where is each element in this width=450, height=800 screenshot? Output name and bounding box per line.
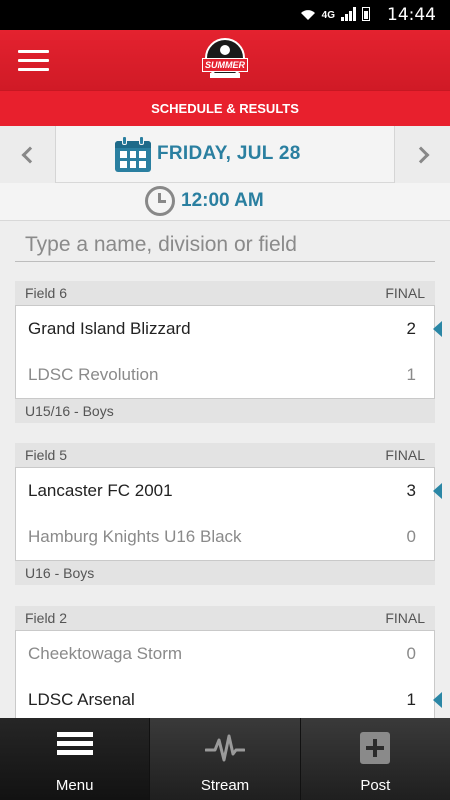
team-name: Cheektowaga Storm xyxy=(28,644,183,663)
team-row[interactable]: LDSC Revolution 1 xyxy=(16,352,434,398)
game-header: Field 6 FINAL xyxy=(15,281,435,305)
tab-label: Post xyxy=(360,777,391,794)
battery-icon xyxy=(362,7,370,21)
status-bar: 4G 14:44 xyxy=(0,0,450,30)
next-day-button[interactable] xyxy=(394,126,450,183)
game-card: Field 6 FINAL Grand Island Blizzard 2 LD… xyxy=(15,281,442,423)
tab-post[interactable]: Post xyxy=(300,718,450,800)
game-card: Field 2 FINAL Cheektowaga Storm 0 LDSC A… xyxy=(15,606,442,724)
signal-icon xyxy=(341,7,356,21)
logo-text: SUMMER xyxy=(202,58,248,72)
time-picker-button[interactable]: 12:00 AM xyxy=(145,186,264,216)
team-name: Hamburg Knights U16 Black xyxy=(28,527,242,546)
wifi-icon xyxy=(300,10,315,20)
game-header: Field 5 FINAL xyxy=(15,443,435,467)
team-name: Grand Island Blizzard xyxy=(28,319,191,338)
winner-marker-icon xyxy=(433,321,442,337)
game-header: Field 2 FINAL xyxy=(15,606,435,630)
bottom-tab-bar: Menu Stream Post xyxy=(0,718,450,800)
team-name: LDSC Revolution xyxy=(28,365,159,384)
summer-logo: SUMMER xyxy=(202,36,248,84)
calendar-icon xyxy=(115,136,151,172)
game-status: FINAL xyxy=(385,285,425,301)
field-label: Field 6 xyxy=(25,285,68,301)
team-row[interactable]: LDSC Arsenal 1 xyxy=(16,677,442,723)
team-name: Lancaster FC 2001 xyxy=(28,481,173,500)
game-scores: Lancaster FC 2001 3 Hamburg Knights U16 … xyxy=(15,467,442,561)
date-picker-button[interactable]: FRIDAY, JUL 28 xyxy=(115,136,301,172)
game-scores: Cheektowaga Storm 0 LDSC Arsenal 1 xyxy=(15,630,442,724)
tab-label: Menu xyxy=(55,777,94,794)
game-status: FINAL xyxy=(385,610,425,626)
field-label: Field 2 xyxy=(25,610,68,626)
team-score: 0 xyxy=(406,527,416,546)
division-label: U15/16 - Boys xyxy=(15,399,435,423)
soccer-ball-icon xyxy=(218,43,232,57)
search-input[interactable] xyxy=(15,228,435,262)
previous-day-button[interactable] xyxy=(0,126,56,183)
tab-menu[interactable]: Menu xyxy=(0,718,151,800)
network-type-label: 4G xyxy=(321,10,335,21)
team-score: 0 xyxy=(406,644,416,663)
team-score: 3 xyxy=(406,481,416,500)
chevron-left-icon xyxy=(21,146,38,163)
tab-stream[interactable]: Stream xyxy=(150,718,301,800)
chevron-right-icon xyxy=(412,146,429,163)
selected-time: 12:00 AM xyxy=(181,190,264,211)
app-header: SUMMER xyxy=(0,30,450,90)
time-selector: 12:00 AM xyxy=(0,183,450,221)
team-score: 2 xyxy=(406,319,416,338)
team-row[interactable]: Grand Island Blizzard 2 xyxy=(16,306,442,352)
plus-icon xyxy=(360,732,391,764)
hamburger-menu-button[interactable] xyxy=(18,50,49,71)
team-row[interactable]: Cheektowaga Storm 0 xyxy=(16,631,434,677)
team-name: LDSC Arsenal xyxy=(28,690,135,709)
pulse-icon xyxy=(204,734,245,762)
tab-label: Stream xyxy=(200,777,250,794)
game-scores: Grand Island Blizzard 2 LDSC Revolution … xyxy=(15,305,442,399)
field-label: Field 5 xyxy=(25,447,68,463)
selected-date: FRIDAY, JUL 28 xyxy=(157,143,301,164)
team-score: 1 xyxy=(406,690,416,709)
team-score: 1 xyxy=(406,365,416,384)
clock-icon xyxy=(145,186,175,216)
team-row[interactable]: Hamburg Knights U16 Black 0 xyxy=(16,514,434,560)
team-row[interactable]: Lancaster FC 2001 3 xyxy=(16,468,442,514)
game-status: FINAL xyxy=(385,447,425,463)
winner-marker-icon xyxy=(433,692,442,708)
date-selector: FRIDAY, JUL 28 xyxy=(0,126,450,183)
status-icons: 4G xyxy=(300,7,370,21)
status-time: 14:44 xyxy=(387,5,436,25)
menu-list-icon xyxy=(56,732,93,762)
page-title: SCHEDULE & RESULTS xyxy=(0,90,450,126)
winner-marker-icon xyxy=(433,483,442,499)
division-label: U16 - Boys xyxy=(15,561,435,585)
game-card: Field 5 FINAL Lancaster FC 2001 3 Hambur… xyxy=(15,443,442,585)
